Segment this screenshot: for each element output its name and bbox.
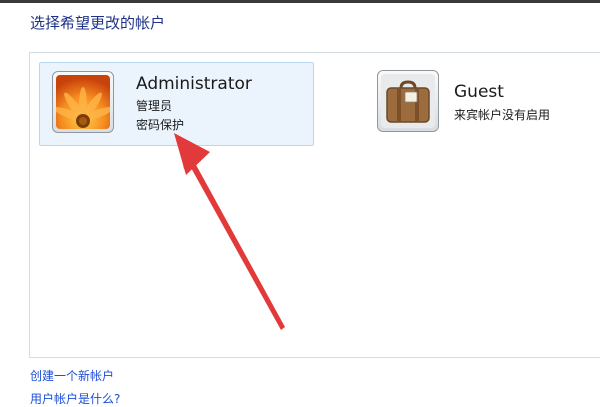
account-name: Guest	[454, 82, 504, 102]
suitcase-avatar-icon	[377, 70, 439, 132]
flower-avatar-icon	[52, 71, 114, 133]
what-is-account-link[interactable]: 用户帐户是什么?	[30, 390, 120, 407]
account-name: Administrator	[136, 74, 252, 94]
account-status: 密码保护	[136, 118, 185, 132]
account-tile-administrator[interactable]: Administrator 管理员 密码保护	[39, 62, 314, 146]
account-tile-guest[interactable]: Guest 来宾帐户没有启用	[365, 62, 595, 146]
window-top-border	[0, 0, 600, 3]
account-role: 管理员	[136, 99, 173, 113]
account-status: 来宾帐户没有启用	[454, 108, 551, 122]
page-title: 选择希望更改的帐户	[30, 14, 166, 32]
create-account-link[interactable]: 创建一个新帐户	[30, 367, 114, 384]
